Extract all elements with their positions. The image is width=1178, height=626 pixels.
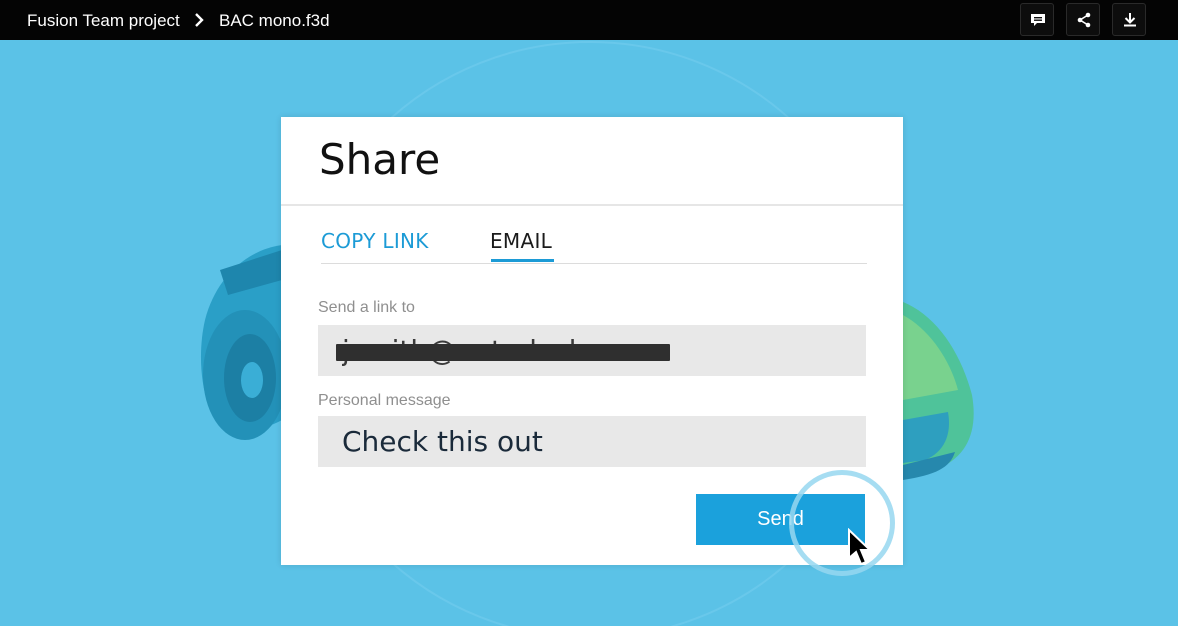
tab-email[interactable]: EMAIL xyxy=(490,229,552,253)
share-icon xyxy=(1077,12,1091,28)
personal-message-field[interactable] xyxy=(318,416,866,467)
comment-icon xyxy=(1031,14,1045,26)
model-left-part xyxy=(200,245,287,440)
download-icon xyxy=(1124,13,1136,27)
tab-divider xyxy=(321,263,867,264)
tab-copy-link[interactable]: COPY LINK xyxy=(321,229,429,253)
share-button[interactable] xyxy=(1066,3,1100,36)
chevron-right-icon xyxy=(192,13,206,27)
dialog-title: Share xyxy=(319,135,441,184)
dialog-divider xyxy=(281,204,903,206)
breadcrumb-file: BAC mono.f3d xyxy=(219,11,330,30)
mouse-cursor-icon xyxy=(847,527,873,575)
send-link-label: Send a link to xyxy=(318,299,415,316)
breadcrumb-project[interactable]: Fusion Team project xyxy=(27,0,180,40)
active-tab-indicator xyxy=(491,259,554,262)
click-indicator xyxy=(789,470,895,576)
comment-button[interactable] xyxy=(1020,3,1054,36)
top-bar: Fusion Team project BAC mono.f3d xyxy=(0,0,1178,40)
model-right-part xyxy=(903,302,974,480)
personal-message-label: Personal message xyxy=(318,392,451,409)
redaction-bar xyxy=(336,344,670,361)
download-button[interactable] xyxy=(1112,3,1146,36)
